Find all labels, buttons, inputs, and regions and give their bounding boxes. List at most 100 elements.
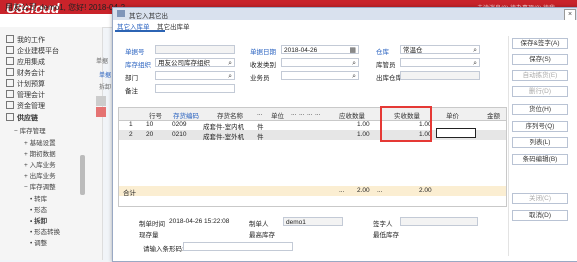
row-due: 1.00 bbox=[357, 121, 370, 128]
bg-side-2: 拆卸 bbox=[99, 85, 112, 91]
current-stock-label: 现存量 bbox=[139, 232, 159, 239]
save-sign-button[interactable]: 保存&签字(A) bbox=[512, 38, 568, 49]
nav-leaf-disassemble[interactable]: • 拆卸 bbox=[30, 215, 47, 225]
tab-active-indicator bbox=[115, 30, 165, 32]
serial-button[interactable]: 序列号(Q) bbox=[512, 121, 568, 132]
org-field[interactable]: 用友公司库存组织 ⌕ bbox=[155, 58, 235, 67]
col-code[interactable]: 存货编码 bbox=[173, 110, 199, 120]
nav-leaf-form[interactable]: • 形态 bbox=[30, 204, 47, 214]
date-field[interactable]: 2018-04-26 ▦ bbox=[281, 45, 359, 54]
nav-item-inventory[interactable]: − 库存管理 bbox=[14, 125, 46, 135]
sum-actual: 2.00 bbox=[419, 187, 432, 194]
search-icon[interactable]: ⌕ bbox=[352, 72, 356, 81]
calendar-icon[interactable]: ▦ bbox=[349, 46, 356, 55]
nav-item-integration[interactable]: 应用集成 bbox=[6, 57, 45, 67]
dialog-title: 其它入其它出 bbox=[129, 13, 168, 20]
save-button[interactable]: 保存(S) bbox=[512, 54, 568, 65]
barcode-edit-button[interactable]: 条码编辑(B) bbox=[512, 154, 568, 165]
grid-icon bbox=[6, 101, 14, 109]
col-unit[interactable]: 单位 bbox=[271, 110, 284, 120]
note-label: 备注 bbox=[125, 88, 138, 95]
search-icon[interactable]: ⌕ bbox=[228, 72, 232, 81]
nav-leaf-adjust[interactable]: • 调整 bbox=[30, 237, 47, 247]
keeper-label: 库管员 bbox=[376, 62, 396, 69]
warehouse-field[interactable]: 常温仓 ⌕ bbox=[400, 45, 480, 54]
row-line: 20 bbox=[146, 131, 154, 138]
col-amount[interactable]: 金额 bbox=[487, 110, 500, 120]
nav-item-my-work[interactable]: 我的工作 bbox=[6, 35, 45, 45]
nav-leaf-transfer[interactable]: • 转库 bbox=[30, 193, 47, 203]
locate-button[interactable]: 货位(H) bbox=[512, 104, 568, 115]
out-wh-label: 出库仓库 bbox=[376, 75, 402, 82]
list-button[interactable]: 列表(L) bbox=[512, 137, 568, 148]
sum-label: 合计 bbox=[123, 190, 136, 197]
detail-grid: 行号 存货编码 存货名称 ... 单位 ... ... ... ... 应收数量… bbox=[118, 107, 507, 207]
grid-icon bbox=[6, 68, 14, 76]
nav-item-budget[interactable]: 计划预算 bbox=[6, 79, 45, 89]
nav-item-modeling[interactable]: 企业建模平台 bbox=[6, 46, 59, 56]
nav-item-mgmt-accounting[interactable]: 管理会计 bbox=[6, 90, 45, 100]
signer-label: 签字人 bbox=[373, 221, 393, 228]
note-field[interactable] bbox=[155, 84, 235, 93]
auto-pick-button[interactable]: 自动拣货(E) bbox=[512, 70, 568, 81]
row-line: 10 bbox=[146, 121, 154, 128]
search-icon[interactable]: ⌕ bbox=[473, 59, 477, 68]
grid-icon bbox=[6, 90, 14, 98]
nav-item-finance[interactable]: 财务会计 bbox=[6, 68, 45, 78]
sum-dots-2: ... bbox=[377, 187, 383, 194]
delete-row-button[interactable]: 删行(D) bbox=[512, 86, 568, 97]
row-code: 0209 bbox=[172, 121, 187, 128]
col-name[interactable]: 存货名称 bbox=[217, 110, 243, 120]
grid-icon bbox=[6, 79, 14, 87]
col-more-4[interactable]: ... bbox=[307, 110, 312, 117]
col-more-1[interactable]: ... bbox=[257, 110, 262, 117]
maker-field: demo1 bbox=[283, 217, 343, 226]
col-more-2[interactable]: ... bbox=[291, 110, 296, 117]
maker-time-value: 2018-04-26 15:22:08 bbox=[169, 218, 230, 225]
search-icon[interactable]: ⌕ bbox=[352, 59, 356, 68]
close-button[interactable]: 关闭(C) bbox=[512, 193, 568, 204]
col-more-3[interactable]: ... bbox=[299, 110, 304, 117]
row-index: 1 bbox=[129, 121, 133, 128]
col-price[interactable]: 单价 bbox=[446, 110, 459, 120]
nav-item-supply-chain[interactable]: 供应链 bbox=[6, 113, 38, 123]
salesman-label: 业务员 bbox=[250, 75, 270, 82]
col-due-qty[interactable]: 应收数量 bbox=[339, 110, 365, 120]
cancel-button[interactable]: 取消(D) bbox=[512, 210, 568, 221]
row-name: 成套件-室外机 bbox=[203, 134, 245, 141]
barcode-input[interactable] bbox=[183, 242, 293, 251]
dialog-titlebar bbox=[113, 8, 577, 20]
nav-sub-outbound[interactable]: + 出库业务 bbox=[24, 170, 56, 180]
nav-sub-opening[interactable]: + 期初数据 bbox=[24, 148, 56, 158]
window-icon bbox=[117, 10, 125, 17]
inbound-type-field[interactable]: ⌕ bbox=[281, 58, 359, 67]
nav-sub-adjust[interactable]: − 库存调整 bbox=[24, 181, 56, 191]
bg-tab: 单据 bbox=[96, 59, 109, 65]
search-icon[interactable]: ⌕ bbox=[228, 59, 232, 68]
keeper-field[interactable]: ⌕ bbox=[400, 58, 480, 67]
col-more-5[interactable]: ... bbox=[315, 110, 320, 117]
barcode-label: 请输入条形码: bbox=[143, 246, 184, 253]
nav-leaf-form-convert[interactable]: • 形态转换 bbox=[30, 226, 60, 236]
col-line[interactable]: 行号 bbox=[149, 110, 162, 120]
date-label: 单据日期 bbox=[250, 49, 276, 56]
nav-sub-inbound[interactable]: + 入库业务 bbox=[24, 159, 56, 169]
price-cell-input[interactable] bbox=[436, 128, 476, 138]
dialog-tabs: 其它入库单 其它出库单 bbox=[113, 20, 577, 31]
left-nav: 我的工作 企业建模平台 应用集成 财务会计 计划预算 管理会计 资金管理 供应链… bbox=[0, 27, 103, 260]
search-icon[interactable]: ⌕ bbox=[473, 46, 477, 55]
grid-icon bbox=[6, 35, 14, 43]
nav-item-funds[interactable]: 资金管理 bbox=[6, 101, 45, 111]
dept-field[interactable]: ⌕ bbox=[155, 71, 235, 80]
min-stock-label: 最低库存 bbox=[373, 232, 399, 239]
grid-icon bbox=[6, 57, 14, 65]
row-index: 2 bbox=[129, 131, 133, 138]
sum-dots: ... bbox=[339, 187, 345, 194]
nav-sub-basic[interactable]: + 基础设置 bbox=[24, 137, 56, 147]
doc-no-field[interactable] bbox=[155, 45, 235, 54]
out-wh-field[interactable] bbox=[400, 71, 480, 80]
nav-scrollbar[interactable] bbox=[80, 155, 85, 195]
salesman-field[interactable]: ⌕ bbox=[281, 71, 359, 80]
bg-row-gray bbox=[96, 96, 106, 106]
warehouse-label: 仓库 bbox=[376, 49, 389, 56]
